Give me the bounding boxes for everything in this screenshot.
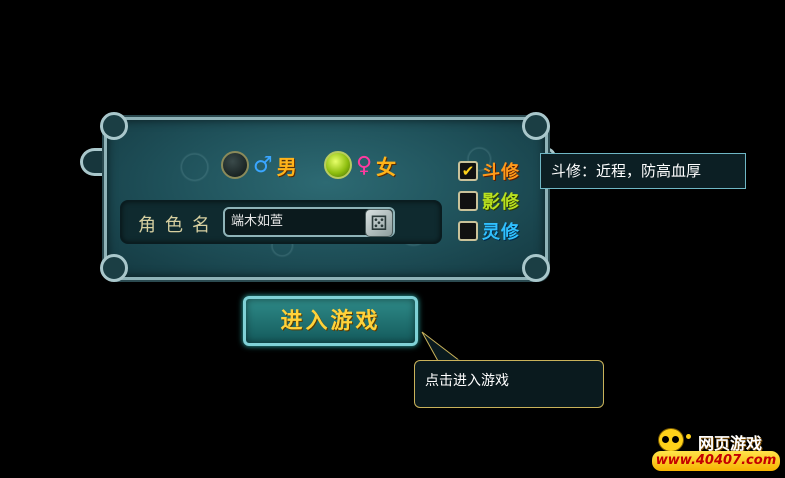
corner-ornament-top-right: [522, 112, 550, 140]
radio-orb-female[interactable]: [324, 151, 352, 179]
male-label: 男: [276, 154, 297, 179]
class-option-douxiu[interactable]: ✔ 斗修: [458, 160, 520, 183]
name-label: 角色名: [138, 215, 219, 236]
radio-orb-male[interactable]: [221, 151, 249, 179]
corner-ornament-bottom-right: [522, 254, 550, 282]
class-tooltip: 斗修：近程，防高血厚: [540, 153, 746, 189]
class-label-douxiu: 斗修: [482, 162, 520, 183]
random-name-dice-icon[interactable]: ⚄: [365, 209, 393, 237]
gender-option-male[interactable]: ♂ 男: [221, 150, 297, 180]
class-label-lingxiu: 灵修: [482, 222, 520, 243]
class-option-yingxiu[interactable]: 影修: [458, 190, 520, 213]
enter-game-tooltip: 点击进入游戏: [414, 360, 604, 408]
checkbox-yingxiu[interactable]: [458, 191, 478, 211]
logo-url: www.40407.com: [652, 451, 780, 471]
class-option-lingxiu[interactable]: 灵修: [458, 220, 520, 243]
logo-dot: [686, 434, 691, 439]
female-label: 女: [376, 154, 397, 179]
checkbox-lingxiu[interactable]: [458, 221, 478, 241]
female-symbol-icon: ♀: [356, 152, 373, 178]
enter-game-button[interactable]: 进入游戏: [243, 296, 418, 346]
class-label-yingxiu: 影修: [482, 192, 520, 213]
corner-ornament-top-left: [100, 112, 128, 140]
gender-option-female[interactable]: ♀ 女: [324, 150, 396, 180]
mascot-icon: [658, 428, 684, 452]
corner-ornament-bottom-left: [100, 254, 128, 282]
male-symbol-icon: ♂: [253, 152, 273, 178]
checkbox-douxiu[interactable]: ✔: [458, 161, 478, 181]
